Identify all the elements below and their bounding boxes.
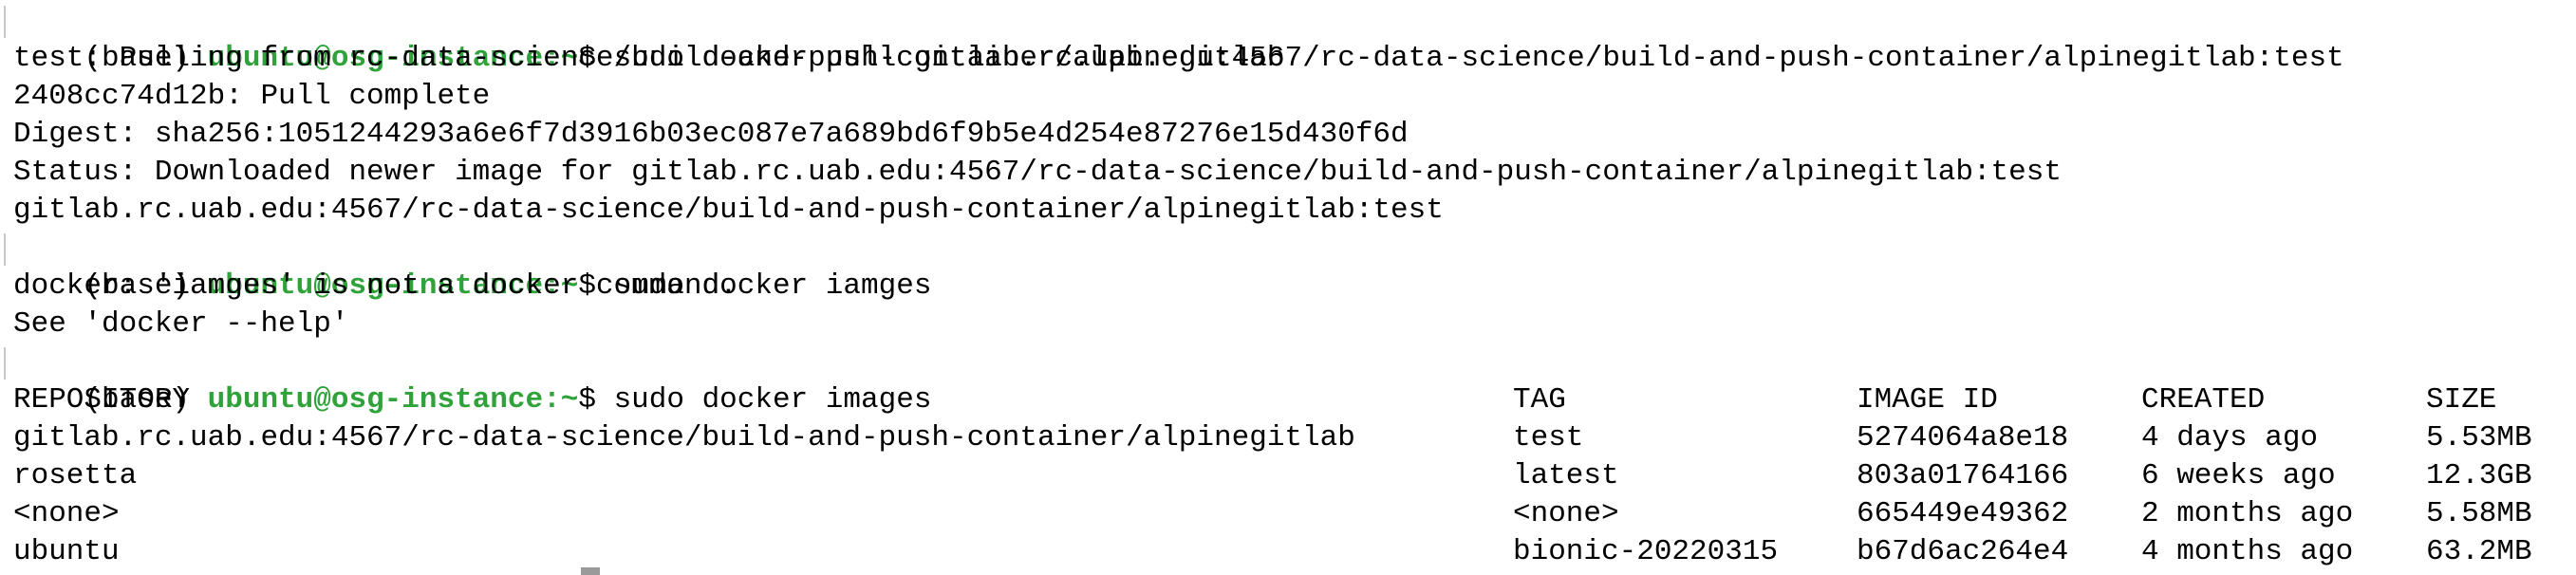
error-line: docker: 'iamges' is not a docker command… [13,269,737,303]
header-size: SIZE [2426,383,2497,417]
command-text: sudo docker images [613,383,932,417]
cell-repository: gitlab.rc.uab.edu:4567/rc-data-science/b… [13,421,1355,454]
cell-size: 5.53MB [2426,421,2532,454]
prompt-line: (base) ubuntu@osg-instance:~$ sudo docke… [4,343,2576,417]
cell-tag: bionic-20220315 [1513,535,1779,568]
cell-tag: latest [1513,459,1619,492]
cell-tag: test [1513,421,1584,454]
table-row: gitlab.rc.uab.edu:4567/rc-data-science/b… [13,419,2576,457]
cell-size: 12.3GB [2426,459,2532,492]
cell-created: 6 weeks ago [2141,459,2336,492]
cell-size: 63.2MB [2426,535,2532,568]
cell-created: 2 months ago [2141,497,2354,530]
mark-tick [4,6,6,38]
prompt-user: ubuntu@osg-instance [207,383,544,417]
table-row: rosetta latest 803a01764166 6 weeks ago 12.3… [13,457,2576,495]
cell-image-id: 803a01764166 [1857,459,2069,492]
cell-created: 4 months ago [2141,535,2354,568]
output-line: Status: Downloaded newer image for gitla… [13,156,2062,189]
prompt-path: :~ [543,383,579,417]
prompt-symbol: $ [578,383,614,417]
cell-repository: rosetta [13,459,138,492]
error-line: See 'docker --help' [13,307,349,341]
cell-image-id: 5274064a8e18 [1857,421,2069,454]
output-line: gitlab.rc.uab.edu:4567/rc-data-science/b… [13,194,1444,227]
cell-tag: <none> [1513,497,1619,530]
header-created: CREATED [2141,383,2266,417]
output-line: 2408cc74d12b: Pull complete [13,80,491,113]
output-line: Digest: sha256:1051244293a6e6f7d3916b03e… [13,118,1409,151]
table-row: <none> <none> 665449e49362 2 months ago 5.58… [13,495,2576,533]
cell-created: 4 days ago [2141,421,2319,454]
cell-repository: ubuntu [13,535,120,568]
terminal-window[interactable]: (base) ubuntu@osg-instance:~$ sudo docke… [0,0,2576,575]
prompt-env: (base) [84,383,208,417]
cell-size: 5.58MB [2426,497,2532,530]
table-row: ubuntu bionic-20220315 b67d6ac264e4 4 month… [13,533,2576,571]
mark-tick [4,233,6,266]
mark-tick [4,347,6,380]
text-cursor [581,567,600,575]
header-tag: TAG [1513,383,1566,417]
prompt-line: (base) ubuntu@osg-instance:~$ sudo docke… [4,2,2576,75]
cell-repository: <none> [13,497,120,530]
cell-image-id: 665449e49362 [1857,497,2069,530]
prompt-line: (base) ubuntu@osg-instance:~$ sudo docke… [4,230,2576,303]
output-line: test: Pulling from rc-data-science/build… [13,42,1285,75]
header-image-id: IMAGE ID [1857,383,1998,417]
cell-image-id: b67d6ac264e4 [1857,535,2069,568]
